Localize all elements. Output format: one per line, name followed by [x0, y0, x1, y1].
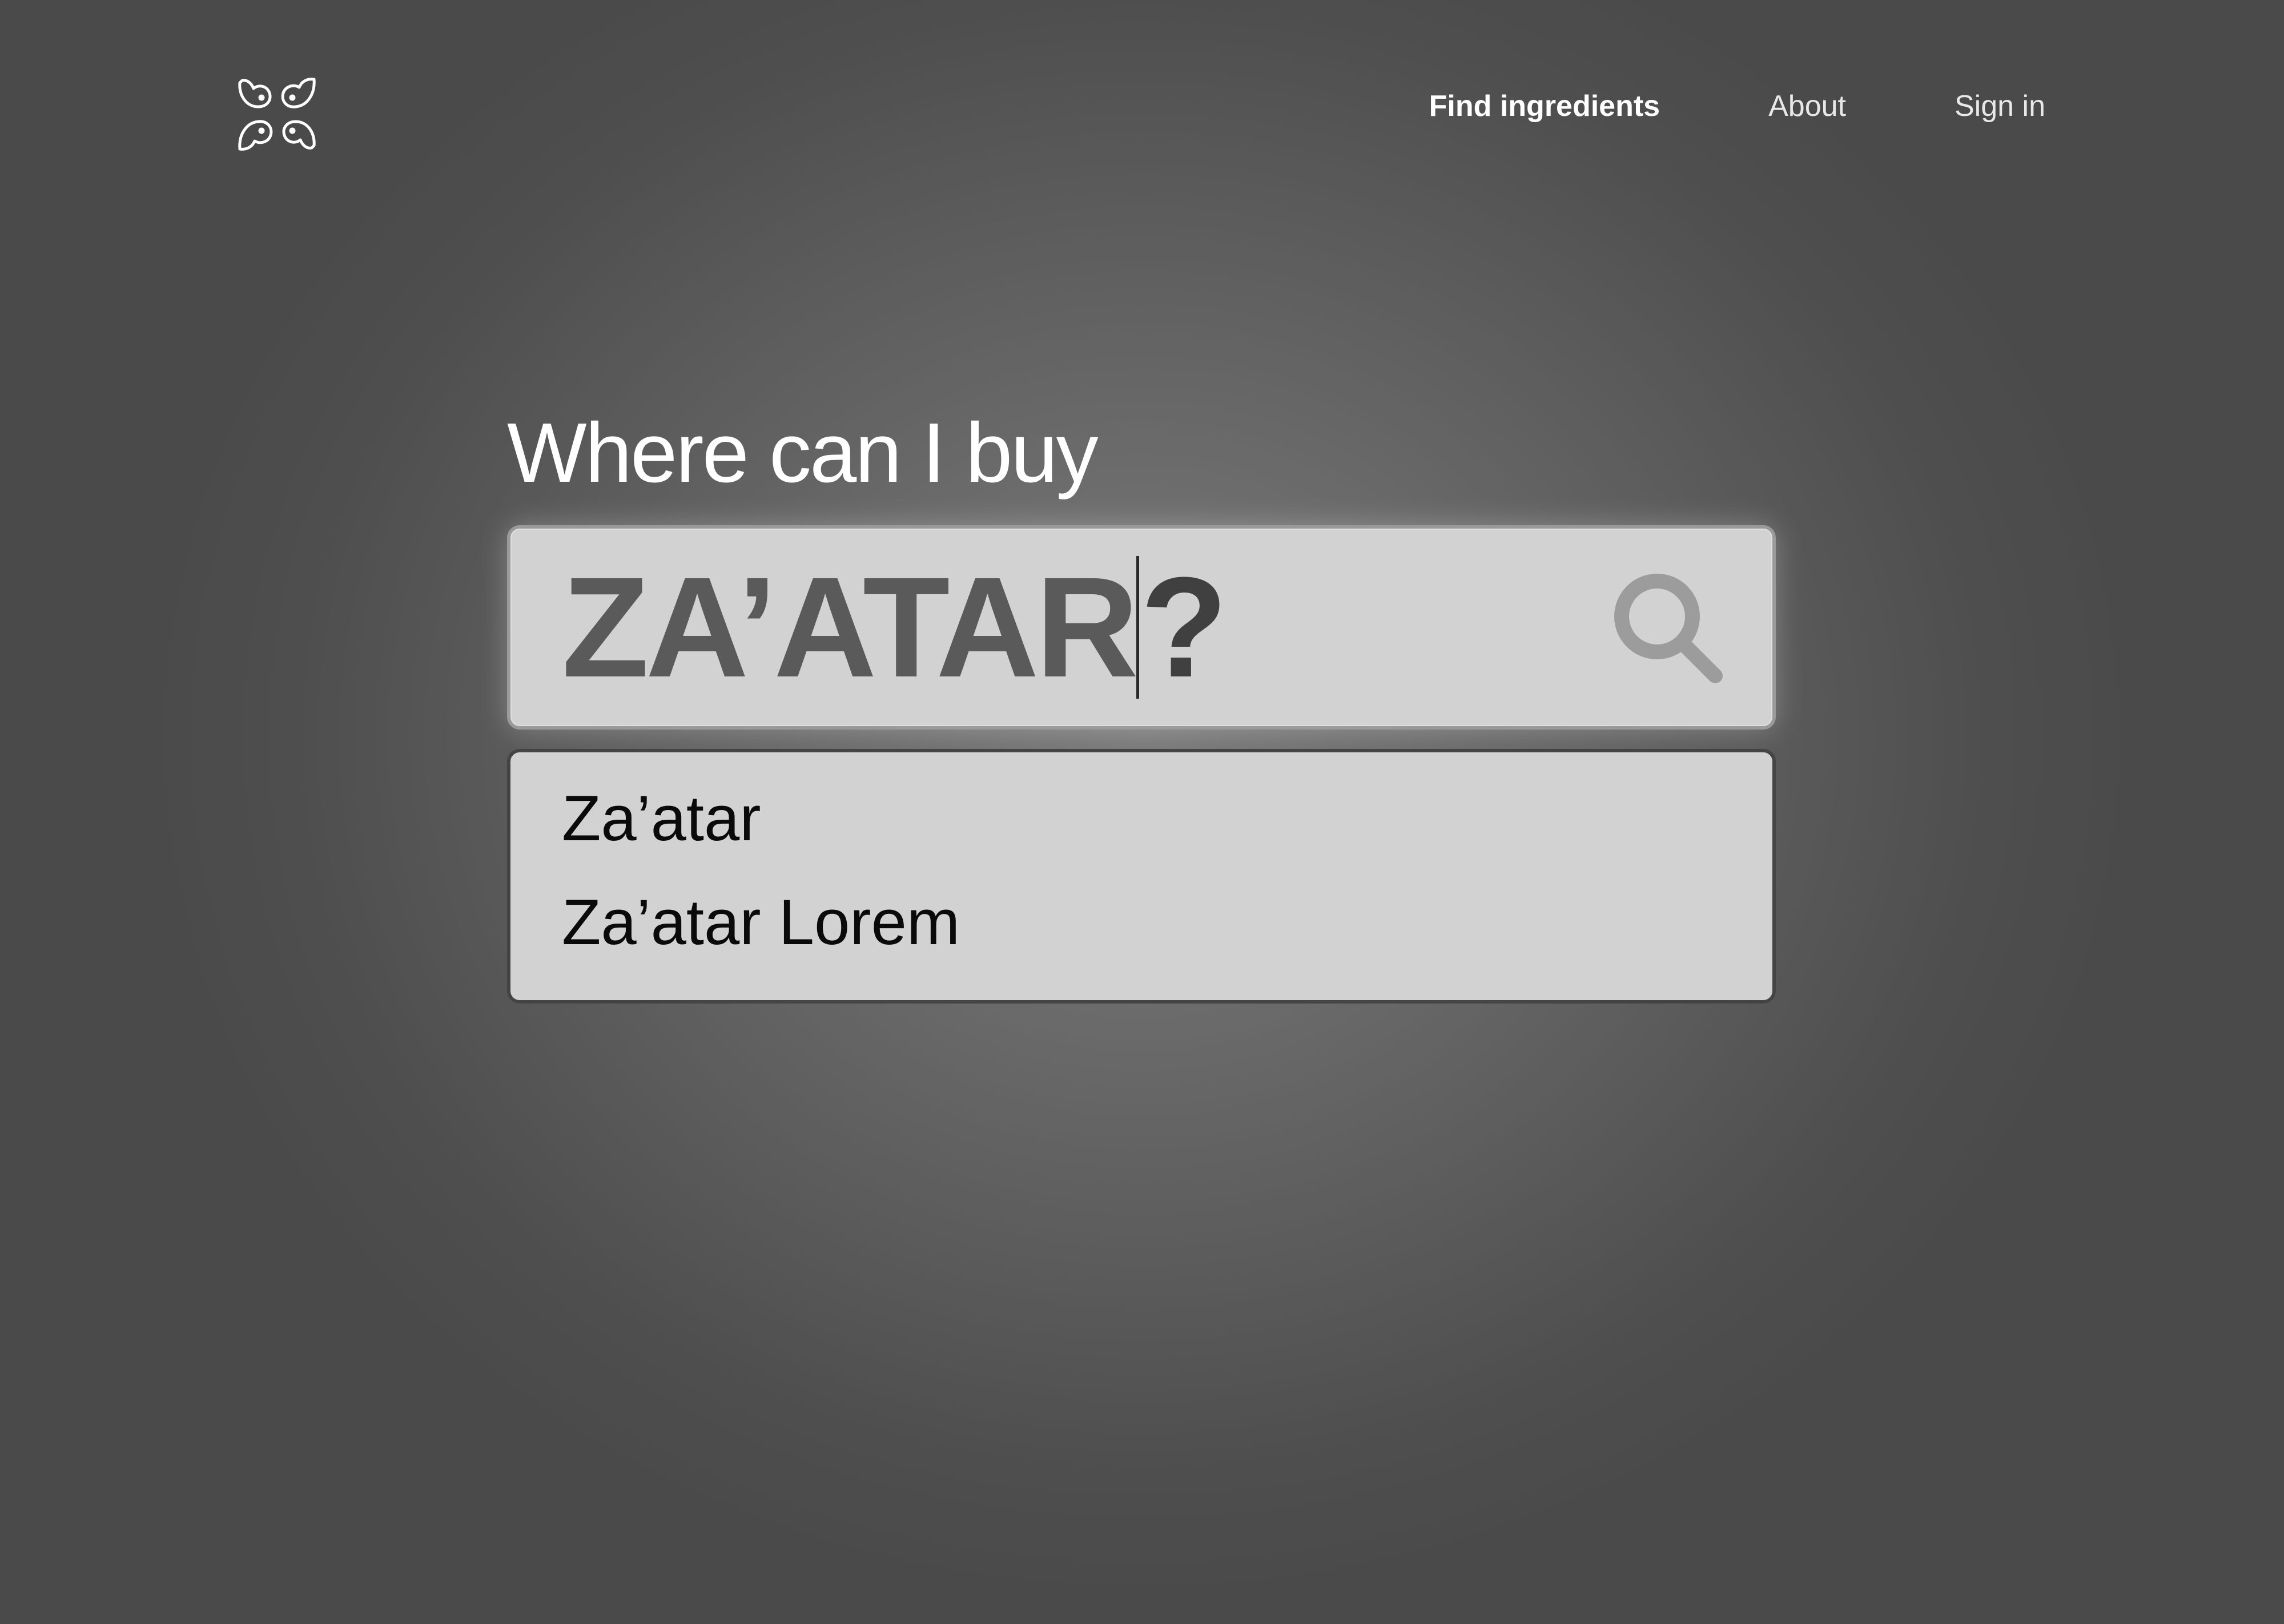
- nav-about[interactable]: About: [1768, 91, 1846, 121]
- search-icon: [1614, 574, 1723, 683]
- main-nav: Find ingredients About Sign in: [1429, 91, 2045, 121]
- nav-sign-in[interactable]: Sign in: [1955, 91, 2045, 121]
- search-input-text[interactable]: ZA’ATAR?: [562, 547, 1228, 707]
- text-caret: [1136, 556, 1140, 699]
- suggestion-item[interactable]: Za’atar Lorem: [562, 890, 1772, 954]
- nav-find-ingredients[interactable]: Find ingredients: [1429, 91, 1660, 121]
- search-input[interactable]: ZA’ATAR?: [507, 525, 1776, 730]
- site-logo[interactable]: [234, 71, 320, 157]
- four-birds-logo-icon: [238, 78, 316, 151]
- suggestions-dropdown: Za’atar Za’atar Lorem: [507, 749, 1776, 1004]
- suggestion-item[interactable]: Za’atar: [562, 787, 1772, 851]
- search-query: ZA’ATAR: [562, 547, 1139, 707]
- search-button[interactable]: [1607, 570, 1727, 690]
- hero-heading: Where can I buy: [507, 406, 1099, 500]
- search-question-mark: ?: [1140, 547, 1228, 707]
